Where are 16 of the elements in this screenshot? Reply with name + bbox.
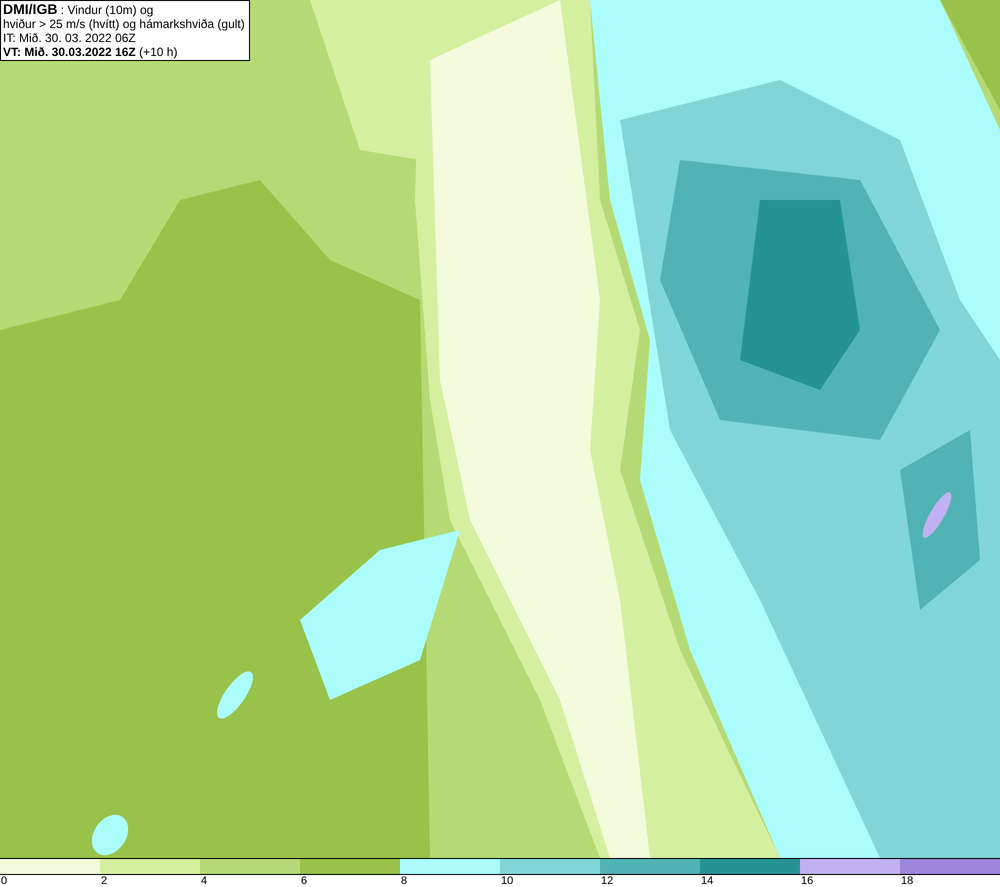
caption-text: : Vindur (10m) og <box>60 3 154 17</box>
legend-tick-label: 18 <box>901 875 914 887</box>
caption-title: DMI/IGB <box>3 1 58 17</box>
lead-time: (+10 h) <box>139 45 178 59</box>
legend-tick-label: 6 <box>301 875 308 887</box>
legend-tick-label: 4 <box>201 875 208 887</box>
caption-text: hviður > 25 m/s (hvítt) og hámarkshviða (gult) <box>3 17 245 31</box>
legend-tick-label: 0 <box>1 875 8 887</box>
legend-tick-label: 8 <box>401 875 408 887</box>
legend-tick-label: 12 <box>601 875 614 887</box>
valid-time: VT: Mið. 30.03.2022 16Z <box>3 45 136 59</box>
legend-tick-label: 16 <box>801 875 814 887</box>
issue-time: IT: Mið. 30. 03. 2022 06Z <box>3 31 137 45</box>
legend-tick-label: 2 <box>101 875 108 887</box>
legend-tick-label: 10 <box>501 875 514 887</box>
legend-tick-label: 14 <box>701 875 714 887</box>
